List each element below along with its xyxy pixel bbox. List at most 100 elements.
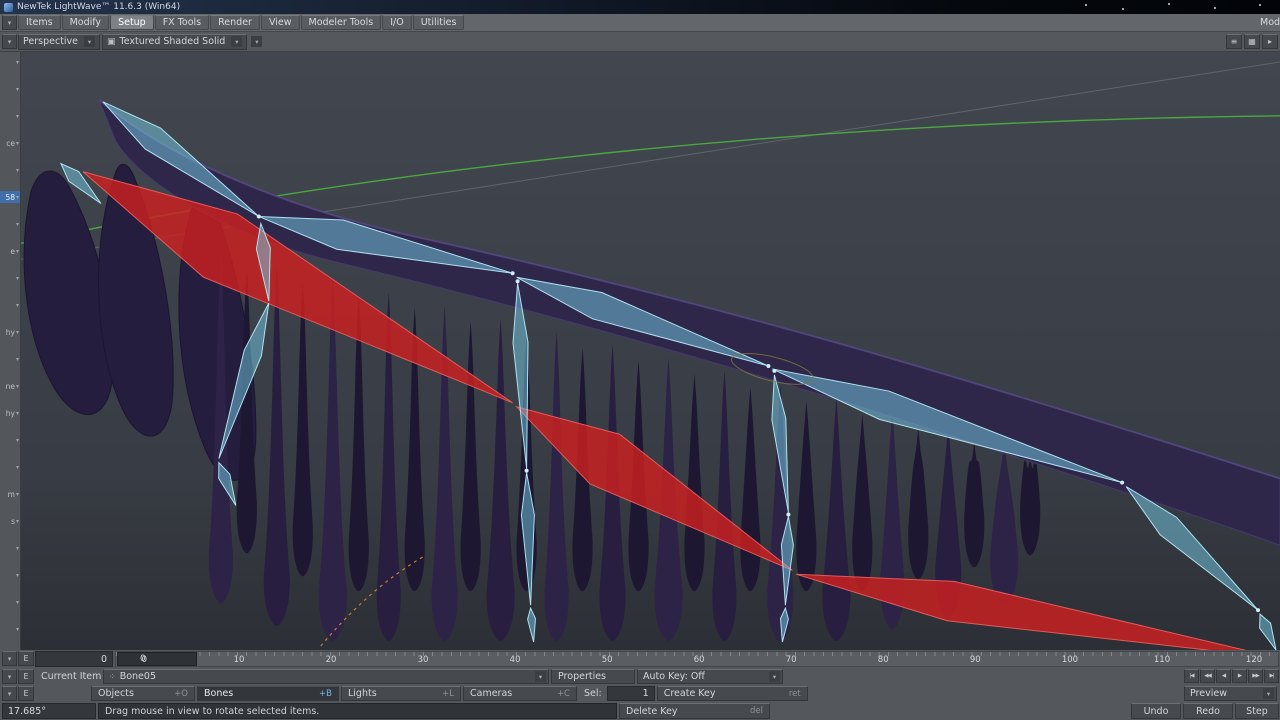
- chevron-down-icon[interactable]: [2, 651, 17, 666]
- left-strip-item[interactable]: ne ▾: [0, 380, 20, 392]
- left-strip-item[interactable]: m ▾: [0, 488, 20, 500]
- cameras-button[interactable]: Cameras +C: [463, 686, 577, 701]
- star-decoration: [1122, 8, 1124, 10]
- chevron-down-icon[interactable]: [2, 686, 17, 701]
- grid-icon[interactable]: ▦: [1244, 34, 1260, 49]
- left-strip-label-fragment: e: [10, 246, 15, 256]
- preview-dropdown[interactable]: Preview: [1184, 686, 1277, 701]
- timeline-ruler[interactable]: 0 0 10 20 30 40 50 60 70 80 90 100 110 1…: [115, 651, 1279, 667]
- create-key-label: Create Key: [663, 688, 716, 699]
- menu-render[interactable]: Render: [210, 15, 260, 30]
- chevron-down-icon: ▾: [15, 139, 19, 147]
- shading-mode-dropdown[interactable]: Textured Shaded Solid: [102, 33, 248, 50]
- viewport-3d-scene[interactable]: [21, 52, 1280, 650]
- step-button[interactable]: Step: [1235, 703, 1279, 719]
- play-reverse-button[interactable]: ◀: [1216, 669, 1231, 683]
- envelope-button[interactable]: E: [18, 651, 34, 666]
- go-to-start-button[interactable]: |◀: [1184, 669, 1199, 683]
- chevron-down-icon[interactable]: [2, 15, 17, 30]
- left-strip-item[interactable]: ▾: [0, 218, 20, 230]
- lights-shortcut: +L: [442, 688, 454, 699]
- chevron-down-icon: ▾: [15, 463, 19, 471]
- left-strip-item[interactable]: ▾: [0, 83, 20, 95]
- left-strip-label-fragment: hy: [5, 327, 15, 337]
- chevron-down-icon: [84, 36, 96, 47]
- left-strip-item[interactable]: hy ▾: [0, 407, 20, 419]
- chevron-down-icon: [535, 671, 546, 682]
- menu-fx-tools[interactable]: FX Tools: [154, 15, 210, 30]
- left-strip-label-fragment: ce: [6, 138, 15, 148]
- view-mode-dropdown[interactable]: Perspective: [18, 33, 101, 50]
- left-strip-item[interactable]: ▾: [0, 56, 20, 68]
- left-strip-item[interactable]: ▾: [0, 569, 20, 581]
- left-tool-strip[interactable]: ▾ ▾ ▾ ce ▾ ▾ 58 ▾ ▾ e ▾ ▾ ▾ hy ▾ ▾ ne ▾ hy ▾ ▾ ▾ m ▾ s ▾ ▾ ▾ ▾ ▾: [0, 52, 21, 650]
- menu-io[interactable]: I/O: [382, 15, 412, 30]
- envelope-button[interactable]: E: [18, 686, 34, 701]
- left-strip-item[interactable]: ▾: [0, 164, 20, 176]
- bones-shortcut: +B: [319, 688, 332, 699]
- redo-button[interactable]: Redo: [1183, 703, 1233, 719]
- bone-icon: [109, 671, 120, 682]
- menu-modify[interactable]: Modify: [61, 15, 110, 30]
- lights-button[interactable]: Lights +L: [341, 686, 461, 701]
- envelope-button[interactable]: E: [18, 669, 34, 684]
- transport-controls: |◀ ◀◀ ◀ ▶ ▶▶ ▶|: [1184, 669, 1279, 684]
- previous-keyframe-button[interactable]: ◀◀: [1200, 669, 1215, 683]
- menu-items[interactable]: Items: [18, 15, 61, 30]
- tick-label: 50: [601, 655, 613, 665]
- chevron-down-icon[interactable]: [2, 669, 17, 684]
- chevron-down-icon[interactable]: [2, 34, 17, 49]
- left-strip-item[interactable]: ▾: [0, 353, 20, 365]
- undo-button[interactable]: Undo: [1131, 703, 1181, 719]
- status-row: 17.685° Drag mouse in view to rotate sel…: [0, 702, 1280, 720]
- chevron-down-icon: ▾: [15, 58, 19, 66]
- menu-view[interactable]: View: [260, 15, 300, 30]
- cameras-label: Cameras: [470, 688, 513, 699]
- chevron-down-icon: ▾: [15, 598, 19, 606]
- expand-icon[interactable]: ▸: [1262, 34, 1278, 49]
- objects-shortcut: +O: [174, 688, 188, 699]
- left-strip-item[interactable]: ce ▾: [0, 137, 20, 149]
- list-icon[interactable]: ≡: [1226, 34, 1242, 49]
- left-strip-item[interactable]: ▾: [0, 596, 20, 608]
- chevron-down-icon: ▾: [15, 355, 19, 363]
- menu-utilities[interactable]: Utilities: [412, 15, 465, 30]
- left-strip-item[interactable]: ▾: [0, 299, 20, 311]
- left-strip-item[interactable]: ▾: [0, 272, 20, 284]
- current-item-dropdown[interactable]: Bone05: [103, 669, 549, 684]
- left-strip-item[interactable]: ▾: [0, 434, 20, 446]
- main-area: ▾ ▾ ▾ ce ▾ ▾ 58 ▾ ▾ e ▾ ▾ ▾ hy ▾ ▾ ne ▾ hy ▾ ▾ ▾ m ▾ s ▾ ▾ ▾ ▾ ▾: [0, 52, 1280, 650]
- left-strip-item[interactable]: ▾: [0, 110, 20, 122]
- shaded-cube-icon: [107, 36, 116, 47]
- chevron-down-icon: ▾: [15, 436, 19, 444]
- menu-modeler-tools[interactable]: Modeler Tools: [300, 15, 382, 30]
- tick-label: 70: [785, 655, 797, 665]
- left-strip-item[interactable]: e ▾: [0, 245, 20, 257]
- chevron-down-icon: ▾: [15, 247, 19, 255]
- left-strip-item[interactable]: ▾: [0, 461, 20, 473]
- frame-number-field[interactable]: 0: [35, 651, 113, 667]
- sel-count-field[interactable]: 1: [606, 686, 655, 701]
- left-strip-item[interactable]: s ▾: [0, 515, 20, 527]
- menu-setup[interactable]: Setup: [110, 15, 154, 30]
- left-strip-item[interactable]: hy ▾: [0, 326, 20, 338]
- properties-button[interactable]: Properties: [551, 669, 635, 684]
- tick-label: 30: [417, 655, 429, 665]
- play-forward-button[interactable]: ▶: [1232, 669, 1247, 683]
- next-keyframe-button[interactable]: ▶▶: [1248, 669, 1263, 683]
- objects-button[interactable]: Objects +O: [91, 686, 195, 701]
- left-strip-item[interactable]: ▾: [0, 542, 20, 554]
- go-to-end-button[interactable]: ▶|: [1264, 669, 1279, 683]
- chevron-down-icon[interactable]: [251, 36, 263, 47]
- bones-button[interactable]: Bones +B: [197, 686, 339, 701]
- viewport-3d[interactable]: [21, 52, 1280, 650]
- delete-key-button[interactable]: Delete Key del: [619, 703, 770, 719]
- create-key-button[interactable]: Create Key ret: [656, 686, 808, 701]
- auto-key-dropdown[interactable]: Auto Key: Off: [637, 669, 783, 684]
- chevron-down-icon: [1263, 688, 1274, 699]
- sel-label: Sel:: [584, 688, 602, 699]
- left-strip-item[interactable]: ▾: [0, 623, 20, 635]
- timeline-slider-handle[interactable]: 0: [117, 652, 197, 666]
- left-strip-item[interactable]: 58 ▾: [0, 191, 20, 203]
